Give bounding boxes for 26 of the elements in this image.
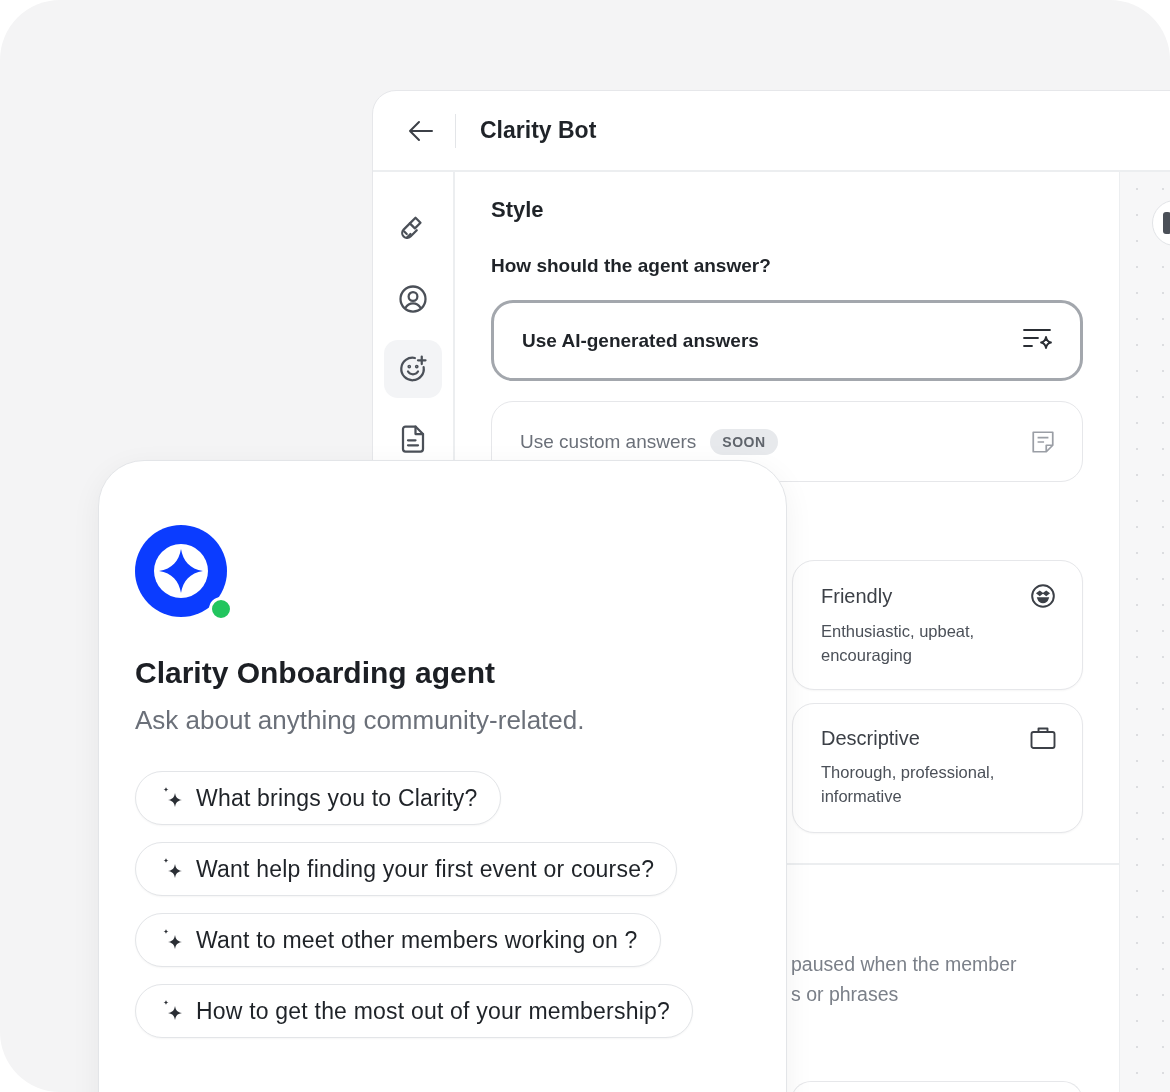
- tone-card[interactable]: Descriptive Thorough, professional, informative: [792, 703, 1083, 833]
- tone-description: Enthusiastic, upbeat, encouraging: [821, 621, 976, 666]
- answer-option[interactable]: Use AI-generated answers: [491, 300, 1083, 381]
- suggestion-chip[interactable]: What brings you to Clarity?: [135, 771, 501, 825]
- user-circle-icon: [398, 284, 428, 314]
- description-text: paused when the member: [791, 952, 1018, 977]
- section-title: Style: [491, 196, 545, 224]
- soon-badge: SOON: [710, 428, 778, 455]
- sidebar-item[interactable]: [384, 340, 442, 398]
- agent-subtitle: Ask about anything community-related.: [135, 704, 586, 737]
- agent-title: Clarity Onboarding agent: [135, 655, 497, 691]
- tone-title: Descriptive: [821, 726, 920, 750]
- back-arrow-icon: [408, 119, 434, 142]
- tone-title: Friendly: [821, 584, 893, 608]
- note-icon: [1030, 428, 1056, 455]
- suggestion-chip[interactable]: Want to meet other members working on ?: [135, 913, 661, 967]
- description-text: s or phrases: [791, 982, 900, 1007]
- window-title: Clarity Bot: [480, 117, 597, 144]
- briefcase-icon: [1030, 726, 1056, 750]
- question-label: How should the agent answer?: [491, 254, 772, 278]
- tone-description: Thorough, professional, informative: [821, 762, 996, 807]
- suggestion-chip[interactable]: How to get the most out of your membership?: [135, 984, 693, 1038]
- star-logo-icon: [153, 543, 209, 599]
- smile-plus-icon: [398, 354, 428, 384]
- tone-card[interactable]: Friendly Enthusiastic, upbeat, encouraging: [792, 560, 1083, 690]
- suggestion-chip[interactable]: Want help finding your first event or course?: [135, 842, 678, 896]
